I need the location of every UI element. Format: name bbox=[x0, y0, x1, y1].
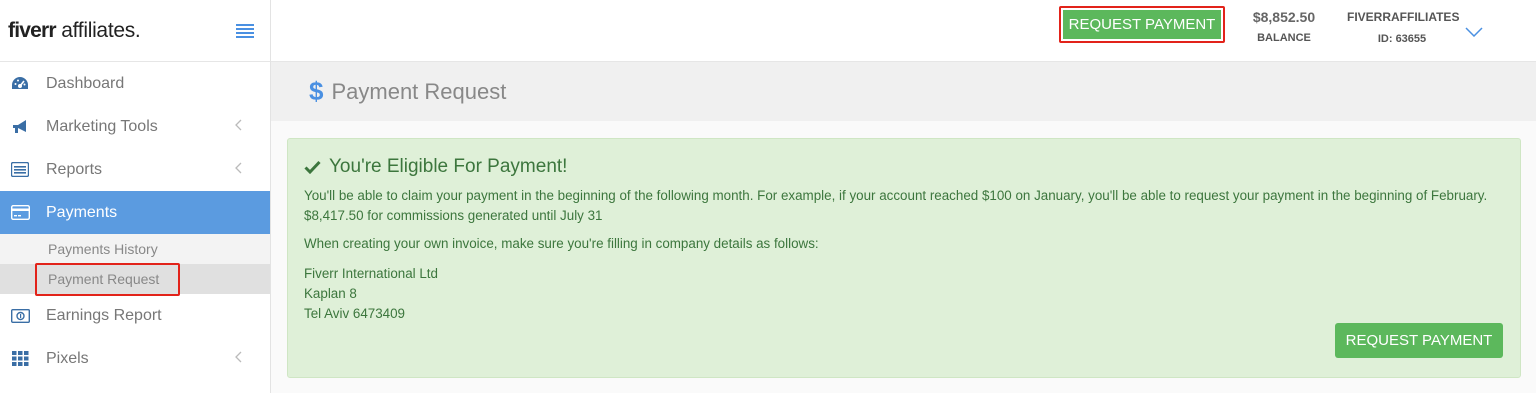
sidebar-item-label: Payments bbox=[46, 203, 118, 221]
sidebar-item-marketing-tools[interactable]: Marketing Tools bbox=[0, 105, 270, 148]
check-icon bbox=[304, 160, 321, 174]
chevron-down-icon[interactable] bbox=[1465, 24, 1483, 42]
sidebar-subitem-label: Payment Request bbox=[48, 271, 160, 287]
alert-heading-text: You're Eligible For Payment! bbox=[329, 156, 568, 177]
request-payment-button-top[interactable]: REQUEST PAYMENT bbox=[1063, 10, 1221, 39]
address-line: Tel Aviv 6473409 bbox=[304, 306, 406, 321]
sidebar-item-reports[interactable]: Reports bbox=[0, 148, 270, 191]
hamburger-menu-icon[interactable] bbox=[236, 23, 254, 38]
megaphone-icon bbox=[10, 117, 30, 137]
credit-card-icon bbox=[10, 203, 30, 223]
sidebar-item-label: Earnings Report bbox=[46, 306, 162, 324]
sidebar-item-label: Marketing Tools bbox=[46, 117, 158, 135]
balance-caption: BALANCE bbox=[1257, 32, 1311, 44]
eligibility-alert: You're Eligible For Payment! You'll be a… bbox=[287, 138, 1521, 378]
sidebar-item-label: Pixels bbox=[46, 349, 89, 367]
balance-display: $8,852.50 BALANCE bbox=[1246, 9, 1322, 44]
account-id: ID: 63655 bbox=[1377, 33, 1427, 45]
page-title: Payment Request bbox=[331, 78, 507, 104]
sidebar-item-payments[interactable]: Payments bbox=[0, 191, 270, 234]
sidebar-subitem-payment-request[interactable]: Payment Request bbox=[0, 262, 270, 296]
alert-invoice-note: When creating your own invoice, make sur… bbox=[304, 236, 819, 251]
sidebar-item-pixels[interactable]: Pixels bbox=[0, 337, 270, 380]
request-payment-button[interactable]: REQUEST PAYMENT bbox=[1335, 323, 1503, 358]
page-header: $ Payment Request bbox=[271, 62, 1536, 121]
logo-bar: fiverr affiliates. bbox=[0, 0, 270, 62]
chevron-left-icon bbox=[235, 161, 242, 179]
alert-paragraph: You'll be able to claim your payment in … bbox=[304, 188, 1488, 223]
payments-submenu: Payments History Payment Request bbox=[0, 234, 270, 296]
sidebar: fiverr affiliates. Dashboard Marketing T… bbox=[0, 0, 271, 393]
sidebar-item-earnings-report[interactable]: Earnings Report bbox=[0, 294, 270, 337]
company-address: Fiverr International Ltd Kaplan 8 Tel Av… bbox=[304, 264, 1504, 324]
balance-amount: $8,852.50 bbox=[1252, 9, 1316, 25]
sidebar-item-dashboard[interactable]: Dashboard bbox=[0, 62, 270, 105]
account-name: FIVERRAFFILIATES bbox=[1347, 10, 1460, 24]
dollar-icon: $ bbox=[309, 76, 324, 106]
account-info[interactable]: FIVERRAFFILIATES ID: 63655 bbox=[1347, 10, 1460, 45]
alert-heading: You're Eligible For Payment! bbox=[304, 156, 1504, 178]
chevron-left-icon bbox=[235, 118, 242, 136]
logo[interactable]: fiverr affiliates. bbox=[8, 19, 141, 43]
sidebar-item-label: Dashboard bbox=[46, 74, 125, 92]
highlight-box: REQUEST PAYMENT bbox=[1059, 6, 1225, 43]
grid-icon bbox=[10, 349, 30, 369]
address-line: Fiverr International Ltd bbox=[304, 266, 438, 281]
sidebar-item-label: Reports bbox=[46, 160, 103, 178]
sidebar-nav-lower: Earnings Report Pixels bbox=[0, 294, 270, 380]
address-line: Kaplan 8 bbox=[304, 286, 357, 301]
money-icon bbox=[10, 306, 30, 326]
sidebar-subitem-payments-history[interactable]: Payments History bbox=[0, 234, 270, 264]
dashboard-icon bbox=[10, 74, 30, 94]
sidebar-nav: Dashboard Marketing Tools Reports Paymen… bbox=[0, 62, 270, 234]
list-icon bbox=[10, 160, 30, 180]
chevron-left-icon bbox=[235, 350, 242, 368]
top-bar: REQUEST PAYMENT $8,852.50 BALANCE FIVERR… bbox=[271, 0, 1536, 62]
